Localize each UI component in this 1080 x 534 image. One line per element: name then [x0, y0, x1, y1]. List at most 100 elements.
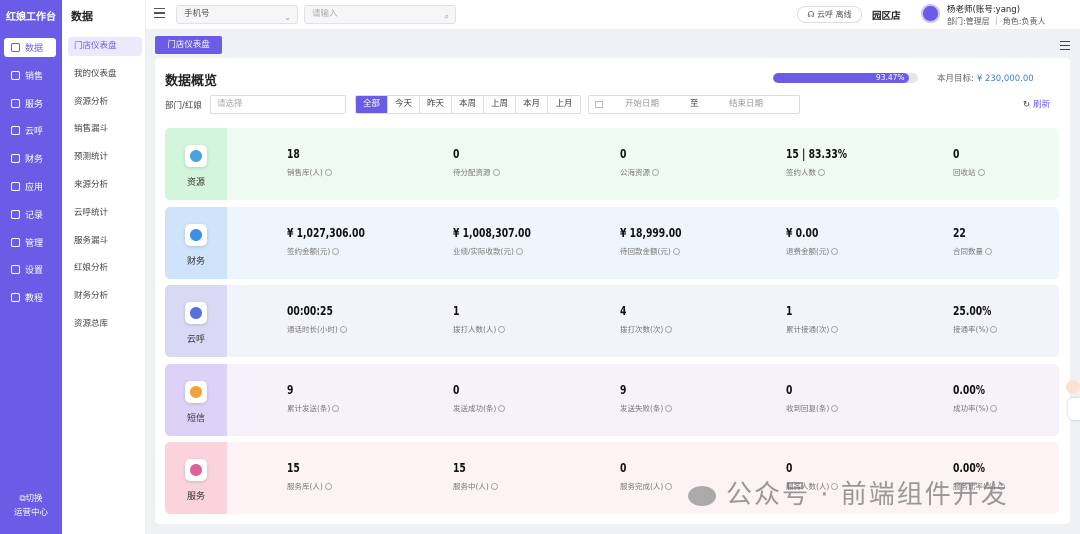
switch-operation-center-button[interactable]: ⧉切换 运营中心: [0, 492, 62, 520]
help-icon[interactable]: [977, 169, 985, 176]
help-icon[interactable]: [339, 326, 347, 333]
help-icon[interactable]: [515, 247, 523, 255]
help-icon[interactable]: [831, 326, 839, 333]
period-option-3[interactable]: 本周: [452, 96, 484, 113]
metric-label-text: 销售库(人): [287, 168, 323, 177]
target-value: ¥ 230,000.00: [976, 74, 1034, 84]
help-icon[interactable]: [498, 326, 506, 333]
metric-value: 15 | 83.33%: [786, 146, 848, 161]
tab-store-dashboard[interactable]: 门店仪表盘: [155, 36, 222, 54]
period-option-6[interactable]: 上月: [548, 96, 580, 113]
metric-value: 0.00%: [953, 460, 985, 475]
side-drawer-handle[interactable]: [1068, 398, 1080, 420]
end-date[interactable]: 结束日期: [729, 96, 763, 113]
rail-item-1[interactable]: 销售: [4, 66, 56, 85]
help-icon[interactable]: [665, 483, 673, 490]
tab-bar: 门店仪表盘: [146, 30, 1080, 58]
search-input[interactable]: 请输入 ⌕: [304, 5, 456, 24]
metric: 00:00:25 通话时长(小时): [287, 303, 347, 335]
submenu-item-9[interactable]: 财务分析: [68, 287, 142, 306]
help-icon[interactable]: [324, 169, 332, 176]
date-range-picker[interactable]: 开始日期 至 结束日期: [588, 95, 800, 114]
metric-label: 收到回复(条): [786, 403, 839, 414]
metric-label: 服务中(人): [453, 481, 498, 492]
metric-label: 服务库(人): [287, 481, 332, 492]
help-icon[interactable]: [990, 326, 998, 333]
refresh-icon: ↻: [1023, 100, 1031, 110]
help-icon[interactable]: [498, 404, 506, 412]
metric-label: 待回款金额(元): [620, 246, 695, 257]
help-icon[interactable]: [818, 169, 825, 176]
help-icon[interactable]: [492, 169, 500, 176]
cloud-call-status[interactable]: ☊ 云呼 离线: [797, 6, 862, 23]
book-icon: [11, 293, 20, 303]
period-option-5[interactable]: 本月: [516, 96, 548, 113]
rail-item-label: 云呼: [25, 127, 44, 138]
help-icon[interactable]: [665, 404, 673, 412]
rail-item-8[interactable]: 设置: [4, 260, 56, 279]
submenu-item-4[interactable]: 预测统计: [68, 148, 142, 167]
metric-label-text: 签约人数: [786, 168, 816, 177]
rail-item-5[interactable]: 应用: [4, 177, 56, 196]
submenu-item-0[interactable]: 门店仪表盘: [68, 37, 142, 56]
metric-value: 0: [453, 146, 460, 161]
submenu-item-1[interactable]: 我的仪表盘: [68, 65, 142, 84]
help-icon[interactable]: [672, 247, 680, 255]
category-tile: 资源: [165, 128, 227, 200]
floating-helper-icon[interactable]: [1066, 380, 1080, 394]
collapse-menu-icon[interactable]: [154, 8, 165, 18]
metric-label-text: 回收站: [953, 168, 976, 177]
help-icon[interactable]: [332, 247, 340, 255]
rail-item-9[interactable]: 教程: [4, 288, 56, 307]
more-menu-icon[interactable]: [1060, 41, 1070, 50]
metric-label-text: 发送成功(条): [453, 403, 497, 413]
refresh-label: 刷新: [1033, 100, 1051, 110]
store-name[interactable]: 园区店: [872, 8, 901, 22]
rail-item-0[interactable]: 数据: [4, 38, 56, 57]
metric-value: 22: [953, 224, 966, 240]
help-icon[interactable]: [831, 247, 839, 255]
metric-value: 15: [453, 460, 466, 475]
period-option-2[interactable]: 昨天: [420, 96, 452, 113]
metric-label: 合同数量: [953, 246, 992, 257]
rail-item-6[interactable]: 记录: [4, 205, 56, 224]
metric-value: 00:00:25: [287, 303, 333, 318]
period-option-1[interactable]: 今天: [388, 96, 420, 113]
submenu-item-7[interactable]: 服务漏斗: [68, 232, 142, 251]
category-label: 财务: [186, 256, 205, 267]
help-icon[interactable]: [332, 404, 340, 412]
wallet-icon: [11, 154, 20, 164]
rail-item-7[interactable]: 管理: [4, 233, 56, 252]
help-icon[interactable]: [324, 483, 332, 490]
help-icon[interactable]: [652, 169, 659, 176]
user-name[interactable]: 杨老师(账号:yang): [947, 3, 1020, 15]
category-label: 服务: [186, 492, 205, 502]
submenu-item-6[interactable]: 云呼统计: [68, 204, 142, 223]
submenu-item-5[interactable]: 来源分析: [68, 176, 142, 195]
rail-item-4[interactable]: 财务: [4, 149, 56, 168]
phone-select[interactable]: 手机号 ⌄: [176, 5, 298, 24]
start-date[interactable]: 开始日期: [625, 96, 659, 113]
help-icon[interactable]: [831, 404, 839, 412]
metric-value: ¥ 0.00: [786, 224, 819, 240]
bar-chart-icon: [11, 126, 20, 136]
avatar[interactable]: [921, 4, 940, 23]
period-option-4[interactable]: 上周: [484, 96, 516, 113]
metric: 0 收到回复(条): [786, 382, 839, 414]
staff-select[interactable]: 请选择: [210, 95, 346, 114]
submenu-item-2[interactable]: 资源分析: [68, 93, 142, 112]
help-icon[interactable]: [665, 326, 673, 333]
submenu-item-3[interactable]: 销售漏斗: [68, 120, 142, 139]
help-icon[interactable]: [985, 247, 992, 255]
period-option-0[interactable]: 全部: [356, 96, 388, 113]
metric-label-text: 累计发送(条): [287, 403, 331, 413]
submenu-item-10[interactable]: 资源总库: [68, 315, 142, 334]
metric-value: ¥ 1,008,307.00: [453, 224, 531, 240]
help-icon[interactable]: [990, 404, 998, 412]
refresh-button[interactable]: ↻ 刷新: [1023, 98, 1050, 110]
metric-label: 待分配资源: [453, 167, 500, 178]
submenu-item-8[interactable]: 红娘分析: [68, 259, 142, 278]
rail-item-2[interactable]: 服务: [4, 94, 56, 113]
rail-item-3[interactable]: 云呼: [4, 121, 56, 140]
help-icon[interactable]: [490, 483, 498, 490]
